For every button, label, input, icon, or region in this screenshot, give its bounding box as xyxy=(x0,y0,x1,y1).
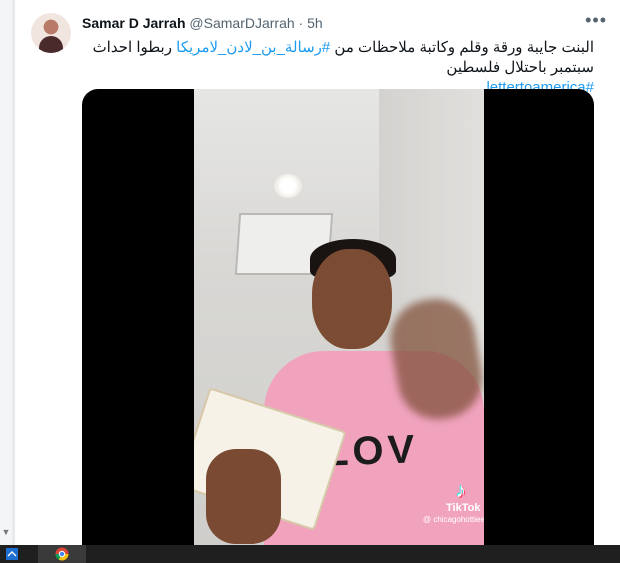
ceiling-light xyxy=(274,174,302,198)
tiktok-username: @ chicagohottiee xyxy=(423,515,484,524)
tweet-text-line-1: البنت جايبة ورقة وقلم وكاتبة ملاحظات من … xyxy=(82,38,594,58)
avatar[interactable] xyxy=(31,13,71,53)
tweet-time[interactable]: 5h xyxy=(307,15,323,31)
tweet-text-part-1: البنت جايبة ورقة وقلم وكاتبة ملاحظات من xyxy=(330,39,594,56)
tiktok-watermark: TikTok xyxy=(446,502,481,514)
tweet-text-part-2: ربطوا احداث xyxy=(92,39,177,56)
tweet-card[interactable]: Samar D Jarrah @SamarDJarrah · 5h ••• ال… xyxy=(14,0,620,545)
taskbar xyxy=(0,545,620,563)
left-scroll-strip xyxy=(0,0,12,545)
author-name[interactable]: Samar D Jarrah xyxy=(82,15,186,31)
more-options-icon[interactable]: ••• xyxy=(585,10,607,31)
hashtag-bin-laden-letter[interactable]: #رسالة_بن_لادن_لامريكا xyxy=(176,39,330,56)
tweet-header: Samar D Jarrah @SamarDJarrah · 5h xyxy=(82,15,323,31)
tiktok-icon: ♪ xyxy=(456,480,466,502)
video-frame[interactable]: LOV ♪ TikTok @ chicagohottiee xyxy=(194,89,484,545)
tweet-text-line-2: سبتمبر باحتلال فلسطين xyxy=(446,59,594,76)
author-handle[interactable]: @SamarDJarrah xyxy=(189,15,294,31)
person-face xyxy=(312,249,392,349)
separator-dot: · xyxy=(298,15,304,31)
chrome-icon[interactable] xyxy=(52,546,72,562)
start-icon[interactable] xyxy=(2,546,22,562)
tweet-video[interactable]: LOV ♪ TikTok @ chicagohottiee xyxy=(82,89,594,545)
scroll-down-arrow[interactable]: ▼ xyxy=(0,527,12,539)
holding-hand xyxy=(206,449,281,544)
page: ▼ Samar D Jarrah @SamarDJarrah · 5h ••• … xyxy=(0,0,620,563)
